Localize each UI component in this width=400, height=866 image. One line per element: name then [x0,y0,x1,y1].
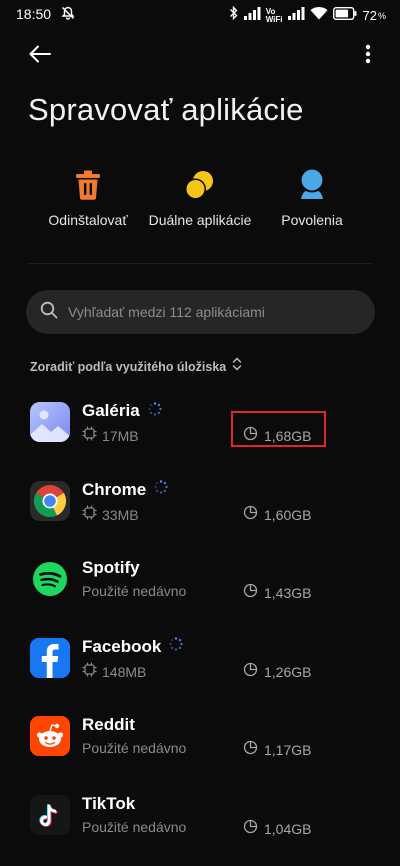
more-options-button[interactable] [356,40,380,72]
app-name-group: Reddit [82,715,135,735]
app-name: Facebook [82,636,162,656]
app-name-group: Facebook [82,636,184,657]
page-title: Spravovať aplikácie [28,92,304,127]
status-icons: Vo WiFi 72 % [229,5,386,26]
app-subtitle: 17MB [82,426,139,446]
app-name: Spotify [82,558,140,577]
back-arrow-icon [28,44,52,69]
search-input[interactable]: Vyhľadať medzi 112 aplikáciami [26,290,375,334]
chip-icon [82,505,97,525]
app-storage: 1,43GB [243,583,311,603]
app-size-value: 1,60GB [264,506,312,523]
mute-icon [60,5,76,26]
chrome-app-icon [30,480,70,521]
spotify-app-icon [30,559,70,599]
permissions-label: Povolenia [281,212,343,228]
battery-icon [332,6,357,25]
loading-spinner-icon [154,480,168,499]
signal-icon [243,6,261,25]
app-subtitle: Použité nedávno [82,819,186,835]
app-memory: 33MB [102,506,139,523]
dual-apps-icon [184,168,216,202]
storage-pie-icon [243,505,258,525]
app-size-value: 1,04GB [264,820,312,837]
dual-apps-action[interactable]: Duálne aplikácie [140,168,260,228]
search-icon [40,301,58,324]
tiktok-app-icon [30,794,70,835]
app-subtitle: 33MB [82,505,139,525]
app-row-chrome[interactable]: Chrome 33MB 1,60GB [0,469,400,548]
battery-percent: 72 [362,8,377,23]
app-row-tiktok[interactable]: TikTok Použité nedávno 1,04GB [0,783,400,862]
percent-sign: % [377,10,386,21]
permissions-icon [299,168,325,202]
more-vertical-icon [365,44,371,69]
storage-pie-icon [243,740,258,760]
status-bar: 18:50 Vo WiFi 72 % [0,0,400,28]
search-placeholder: Vyhľadať medzi 112 aplikáciami [68,304,265,320]
app-name: Reddit [82,715,135,734]
sort-selector[interactable]: Zoradiť podľa využitého úložiska [30,357,242,376]
vowifi-icon: Vo WiFi [265,6,283,24]
app-last-used: Použité nedávno [82,818,187,835]
app-size-value: 1,26GB [264,663,312,680]
uninstall-action[interactable]: Odinštalovať [28,168,148,228]
app-name: TikTok [82,793,136,813]
reddit-app-icon [30,716,70,756]
highlight-box [231,411,326,447]
back-button[interactable] [22,40,58,72]
divider [28,263,372,264]
status-time: 18:50 [16,6,52,22]
app-name-group: Galéria [82,401,162,421]
wifi-icon [310,6,328,25]
app-name-group: Spotify [82,558,140,578]
gallery-app-icon [30,402,70,442]
app-name: Galéria [82,401,140,420]
app-row-spotify[interactable]: Spotify Použité nedávno 1,43GB [0,547,400,626]
app-row-facebook[interactable]: Facebook 148MB 1,26GB [0,626,400,705]
app-subtitle: Použité nedávno [82,583,186,599]
app-name-group: TikTok [82,794,135,814]
app-size-value: 1,17GB [264,742,312,758]
app-storage: 1,60GB [243,505,311,525]
app-storage: 1,26GB [243,662,311,682]
app-memory: 148MB [102,663,147,680]
loading-spinner-icon [169,637,184,656]
chip-icon [82,662,97,682]
app-row-reddit[interactable]: Reddit Použité nedávno 1,17GB [0,704,400,783]
permissions-action[interactable]: Povolenia [252,168,372,228]
manage-apps-screen: 18:50 Vo WiFi 72 % Spravovať aplikácie O… [0,0,400,866]
sort-label: Zoradiť podľa využitého úložiska [30,359,227,374]
trash-icon [74,168,102,202]
app-name-group: Chrome [82,480,168,500]
app-name: Chrome [82,479,147,499]
loading-spinner-icon [147,401,162,421]
signal-icon [287,6,305,25]
bluetooth-icon [229,5,239,26]
chip-icon [82,426,97,446]
storage-pie-icon [243,583,258,603]
sort-toggle-icon [232,357,242,376]
app-memory: 17MB [102,428,139,444]
quick-actions: Odinštalovať Duálne aplikácie Povolenia [28,168,372,228]
app-storage: 1,17GB [243,740,311,760]
app-row-galeria[interactable]: Galéria 17MB 1,68GB [0,390,400,469]
uninstall-label: Odinštalovať [48,212,128,228]
facebook-app-icon [30,637,70,678]
storage-pie-icon [243,662,258,682]
storage-pie-icon [243,819,258,839]
app-last-used: Použité nedávno [82,740,187,756]
dual-apps-label: Duálne aplikácie [148,212,252,228]
app-list: Galéria 17MB 1,68GB Chrome 33MB 1,60GB S… [0,390,400,861]
app-subtitle: 148MB [82,662,146,682]
app-storage: 1,04GB [243,819,311,839]
app-size-value: 1,43GB [264,585,312,601]
app-last-used: Použité nedávno [82,583,187,599]
app-subtitle: Použité nedávno [82,740,186,756]
